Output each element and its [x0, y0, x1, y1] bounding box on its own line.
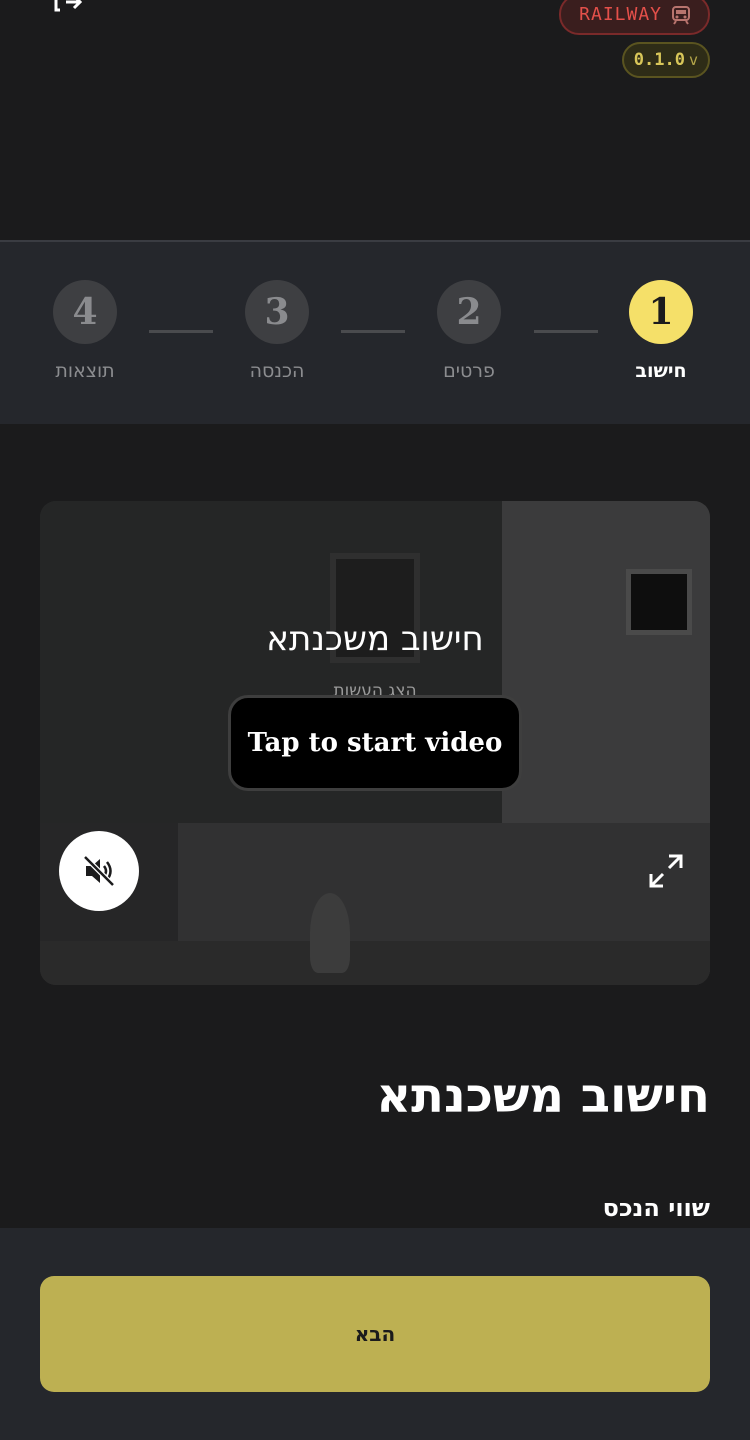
step-2[interactable]: 2 פרטים [414, 280, 524, 382]
step-3[interactable]: 3 הכנסה [222, 280, 332, 382]
step-4[interactable]: 4 תוצאות [30, 280, 140, 382]
video-title: חישוב משכנתא [266, 619, 484, 659]
exit-icon[interactable] [54, 0, 82, 12]
fullscreen-button[interactable] [644, 849, 688, 893]
step-1-label: חישוב [635, 360, 687, 382]
progress-stepper: 1 חישוב 2 פרטים 3 הכנסה 4 תוצאות [0, 240, 750, 424]
tap-to-start-button[interactable]: Tap to start video [228, 695, 522, 791]
step-3-number: 3 [245, 280, 309, 344]
version-badge: 0.1.0 v [621, 42, 710, 78]
railway-label: RAILWAY [579, 4, 662, 25]
video-background [310, 893, 350, 973]
version-suffix: v [688, 51, 698, 69]
volume-muted-icon [83, 855, 115, 887]
step-1-number: 1 [629, 280, 693, 344]
next-button[interactable]: הבא [40, 1276, 710, 1392]
version-number: 0.1.0 [633, 50, 685, 70]
step-connector [149, 330, 213, 333]
step-4-number: 4 [53, 280, 117, 344]
train-icon [672, 5, 690, 25]
fullscreen-icon [649, 854, 683, 888]
app-header: RAILWAY 0.1.0 v [0, 0, 750, 240]
step-connector [534, 330, 598, 333]
step-1[interactable]: 1 חישוב [606, 280, 716, 382]
step-connector [341, 330, 405, 333]
railway-badge[interactable]: RAILWAY [559, 0, 710, 35]
step-2-label: פרטים [443, 360, 495, 382]
step-4-label: תוצאות [55, 360, 115, 382]
video-background [40, 941, 710, 985]
property-value-label: שווי הנכס [602, 1194, 710, 1222]
page-title: חישוב משכנתא [376, 1068, 710, 1124]
step-3-label: הכנסה [249, 360, 305, 382]
intro-video[interactable]: חישוב משכנתא הצג העשות Tap to start vide… [40, 501, 710, 985]
mute-button[interactable] [59, 831, 139, 911]
step-2-number: 2 [437, 280, 501, 344]
bottom-action-bar: הבא [0, 1228, 750, 1440]
